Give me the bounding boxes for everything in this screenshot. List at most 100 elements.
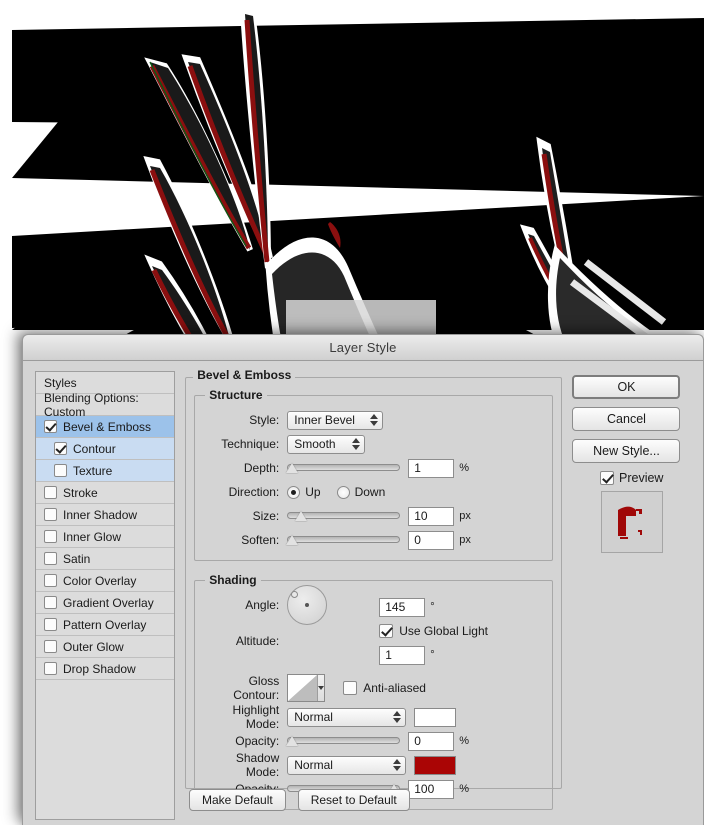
shading-legend: Shading	[209, 573, 257, 587]
angle-dial[interactable]	[287, 585, 328, 625]
sidebar-item-blending-options[interactable]: Blending Options: Custom	[36, 391, 175, 419]
highlight-opacity-track	[287, 737, 401, 744]
row-highlight-opacity: Opacity: 0 %	[203, 729, 544, 753]
size-slider-thumb[interactable]	[295, 511, 308, 521]
angle-field-row: 145 °	[379, 595, 488, 619]
shadow-opacity-unit: %	[459, 783, 470, 795]
highlight-mode-select[interactable]: Normal	[287, 707, 407, 727]
direction-down-radio[interactable]	[336, 485, 350, 499]
use-global-light-checkbox[interactable]	[379, 624, 394, 638]
sidebar-item-label: Texture	[73, 463, 113, 478]
bottom-button-bar: Make Default Reset to Default	[189, 789, 410, 811]
effect-enable-checkbox[interactable]	[44, 552, 57, 565]
dialog-body: Styles Blending Options: Custom Bevel & …	[23, 361, 703, 825]
sidebar-item-inner-glow[interactable]: Inner Glow	[36, 526, 175, 548]
anti-aliased-checkbox[interactable]	[343, 681, 358, 695]
highlight-opacity-thumb[interactable]	[286, 736, 299, 746]
effect-enable-checkbox[interactable]	[44, 662, 57, 675]
size-unit: px	[459, 510, 471, 522]
effect-enable-checkbox[interactable]	[44, 508, 57, 521]
gloss-contour-dropdown-arrow-icon[interactable]	[318, 675, 325, 701]
angle-unit: °	[430, 601, 435, 613]
soften-slider-thumb[interactable]	[286, 535, 299, 545]
altitude-label: Altitude:	[235, 634, 280, 648]
anti-aliased-label: Anti-aliased	[363, 681, 426, 695]
reset-to-default-button[interactable]: Reset to Default	[297, 789, 410, 811]
style-select[interactable]: Inner Bevel	[287, 410, 384, 430]
effect-enable-checkbox[interactable]	[44, 618, 57, 631]
sidebar-item-label: Color Overlay	[63, 573, 137, 588]
gloss-contour-swatch[interactable]	[287, 674, 326, 702]
row-depth: Depth: 1 %	[203, 456, 544, 480]
sidebar-item-stroke[interactable]: Stroke	[36, 482, 175, 504]
sidebar-item-label: Gradient Overlay	[63, 595, 154, 610]
sidebar-item-label: Contour	[73, 441, 116, 456]
sidebar-item-outer-glow[interactable]: Outer Glow	[36, 636, 175, 658]
effect-enable-checkbox[interactable]	[44, 640, 57, 653]
depth-slider[interactable]	[286, 460, 401, 476]
size-slider[interactable]	[287, 508, 401, 524]
sidebar-item-label: Inner Shadow	[63, 507, 138, 522]
styles-list[interactable]: Styles Blending Options: Custom Bevel & …	[35, 371, 176, 820]
settings-panel: Bevel & Emboss Structure Style: Inner Be…	[185, 368, 563, 825]
angle-altitude-block: Angle: Altitude: 145 ° Use Global Light …	[203, 585, 544, 667]
chevron-updown-icon	[350, 437, 362, 452]
altitude-unit: °	[430, 649, 435, 661]
technique-select[interactable]: Smooth	[287, 434, 366, 454]
shadow-opacity-input[interactable]: 100	[408, 779, 455, 799]
highlight-color-swatch[interactable]	[414, 707, 457, 727]
row-altitude: Altitude:	[203, 629, 379, 653]
effect-enable-checkbox[interactable]	[44, 420, 57, 433]
ok-button[interactable]: OK	[572, 375, 681, 399]
structure-legend: Structure	[209, 388, 263, 402]
sidebar-item-satin[interactable]: Satin	[36, 548, 175, 570]
highlight-mode-label: Highlight Mode:	[232, 703, 280, 731]
row-angle: Angle:	[203, 585, 379, 625]
soften-slider-track	[287, 536, 401, 543]
angle-dial-handle[interactable]	[291, 591, 299, 598]
effect-enable-checkbox[interactable]	[44, 486, 57, 499]
highlight-opacity-unit: %	[459, 735, 470, 747]
angle-input[interactable]: 145	[379, 597, 426, 617]
cancel-button[interactable]: Cancel	[572, 407, 681, 431]
new-style-button[interactable]: New Style...	[572, 439, 681, 463]
make-default-button[interactable]: Make Default	[189, 789, 286, 811]
size-input[interactable]: 10	[408, 506, 455, 526]
effect-enable-checkbox[interactable]	[54, 464, 67, 477]
sidebar-item-inner-shadow[interactable]: Inner Shadow	[36, 504, 175, 526]
sidebar-item-drop-shadow[interactable]: Drop Shadow	[36, 658, 175, 680]
highlight-opacity-input[interactable]: 0	[408, 731, 455, 751]
soften-slider[interactable]	[286, 532, 401, 548]
preview-checkbox[interactable]	[600, 471, 614, 485]
shadow-color-swatch[interactable]	[414, 755, 457, 775]
preview-toggle[interactable]: Preview	[572, 471, 691, 485]
direction-up-radio[interactable]	[287, 485, 301, 499]
direction-up-label: Up	[305, 485, 321, 499]
sidebar-item-contour[interactable]: Contour	[36, 438, 175, 460]
sidebar-item-bevel-emboss[interactable]: Bevel & Emboss	[36, 416, 175, 438]
depth-slider-thumb[interactable]	[286, 463, 299, 473]
sidebar-item-color-overlay[interactable]: Color Overlay	[36, 570, 175, 592]
effect-enable-checkbox[interactable]	[44, 596, 57, 609]
effect-enable-checkbox[interactable]	[54, 442, 67, 455]
highlight-opacity-slider[interactable]	[286, 733, 401, 749]
depth-input[interactable]: 1	[408, 458, 455, 478]
sidebar-item-texture[interactable]: Texture	[36, 460, 175, 482]
depth-slider-track	[287, 464, 401, 471]
dialog-title: Layer Style	[329, 340, 397, 355]
styles-header-label: Styles	[44, 375, 77, 390]
effect-enable-checkbox[interactable]	[44, 530, 57, 543]
soften-input[interactable]: 0	[408, 530, 455, 550]
direction-label: Direction:	[228, 485, 280, 499]
sidebar-item-label: Bevel & Emboss	[63, 419, 152, 434]
row-technique: Technique: Smooth	[203, 432, 544, 456]
sidebar-item-gradient-overlay[interactable]: Gradient Overlay	[36, 592, 175, 614]
sidebar-item-pattern-overlay[interactable]: Pattern Overlay	[36, 614, 175, 636]
effect-enable-checkbox[interactable]	[44, 574, 57, 587]
row-highlight-mode: Highlight Mode: Normal	[203, 703, 544, 731]
shading-group: Shading Angle: Altitude: 145 ° Use Globa…	[194, 573, 554, 810]
shadow-mode-select[interactable]: Normal	[287, 755, 407, 775]
dialog-titlebar[interactable]: Layer Style	[23, 335, 703, 361]
row-direction: Direction: Up Down	[203, 480, 544, 504]
altitude-input[interactable]: 1	[379, 645, 426, 665]
